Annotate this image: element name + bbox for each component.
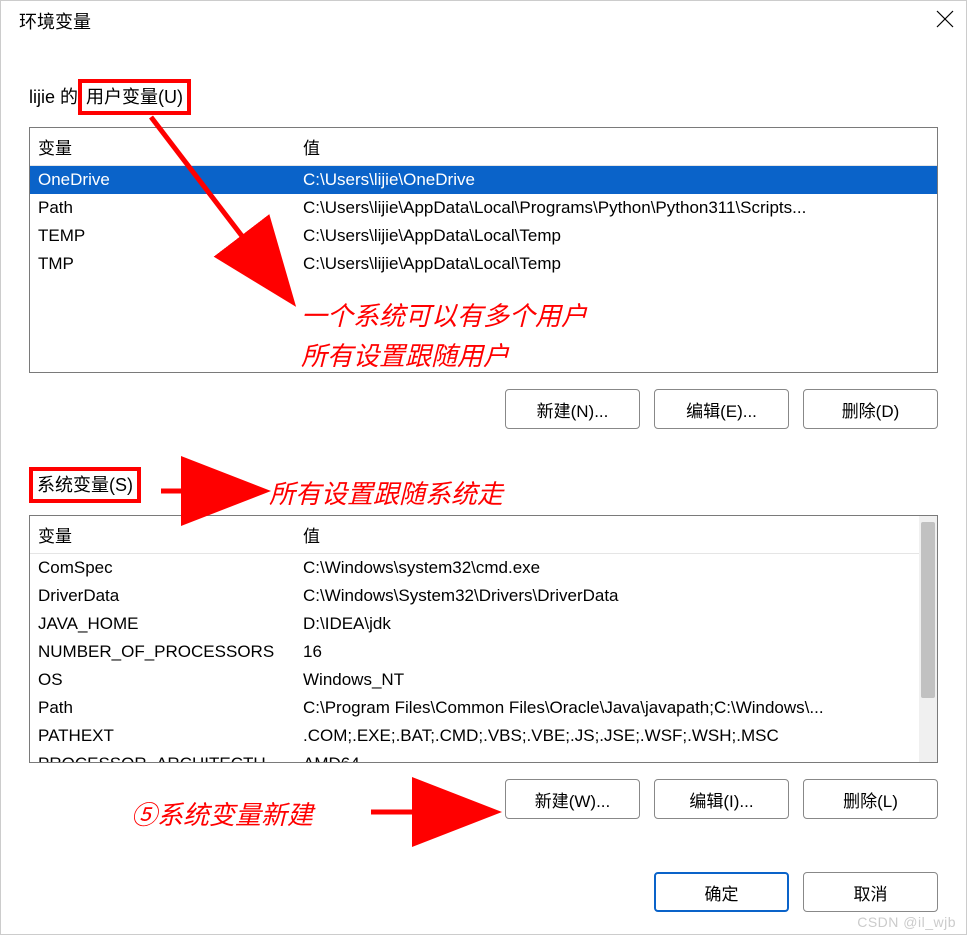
table-row[interactable]: JAVA_HOMED:\IDEA\jdk xyxy=(30,610,937,638)
col-header-value[interactable]: 值 xyxy=(295,516,937,553)
watermark: CSDN @il_wjb xyxy=(857,914,956,930)
cancel-button[interactable]: 取消 xyxy=(803,872,938,912)
col-header-variable[interactable]: 变量 xyxy=(30,516,295,553)
close-icon[interactable] xyxy=(936,10,954,33)
annotation-sys-note: 所有设置跟随系统走 xyxy=(269,475,503,515)
user-edit-button[interactable]: 编辑(E)... xyxy=(654,389,789,429)
col-header-value[interactable]: 值 xyxy=(295,128,937,165)
table-row[interactable]: PROCESSOR_ARCHITECTUREAMD64 xyxy=(30,750,937,762)
table-row[interactable]: OneDrive C:\Users\lijie\OneDrive xyxy=(30,166,937,194)
table-row[interactable]: TMP C:\Users\lijie\AppData\Local\Temp xyxy=(30,250,937,278)
annotation-box-user: 用户变量(U) xyxy=(78,79,191,115)
scrollbar[interactable] xyxy=(919,516,937,762)
table-row[interactable]: NUMBER_OF_PROCESSORS16 xyxy=(30,638,937,666)
table-row[interactable]: TEMP C:\Users\lijie\AppData\Local\Temp xyxy=(30,222,937,250)
table-row[interactable]: PATHEXT.COM;.EXE;.BAT;.CMD;.VBS;.VBE;.JS… xyxy=(30,722,937,750)
system-edit-button[interactable]: 编辑(I)... xyxy=(654,779,789,819)
system-delete-button[interactable]: 删除(L) xyxy=(803,779,938,819)
table-row[interactable]: ComSpecC:\Windows\system32\cmd.exe xyxy=(30,554,937,582)
annotation-sys-new: ⑤系统变量新建 xyxy=(131,796,313,836)
table-row[interactable]: OSWindows_NT xyxy=(30,666,937,694)
user-vars-label: lijie 的用户变量(U) xyxy=(29,79,191,115)
col-header-variable[interactable]: 变量 xyxy=(30,128,295,165)
annotation-user-note: 一个系统可以有多个用户 所有设置跟随用户 xyxy=(301,297,587,378)
system-vars-label: 系统变量(S) xyxy=(29,467,141,503)
table-row[interactable]: Path C:\Users\lijie\AppData\Local\Progra… xyxy=(30,194,937,222)
table-row[interactable]: DriverDataC:\Windows\System32\Drivers\Dr… xyxy=(30,582,937,610)
user-delete-button[interactable]: 删除(D) xyxy=(803,389,938,429)
system-vars-table[interactable]: 变量 值 ComSpecC:\Windows\system32\cmd.exe … xyxy=(29,515,938,763)
system-new-button[interactable]: 新建(W)... xyxy=(505,779,640,819)
user-new-button[interactable]: 新建(N)... xyxy=(505,389,640,429)
ok-button[interactable]: 确定 xyxy=(654,872,789,912)
window-title: 环境变量 xyxy=(19,8,91,34)
table-row[interactable]: PathC:\Program Files\Common Files\Oracle… xyxy=(30,694,937,722)
